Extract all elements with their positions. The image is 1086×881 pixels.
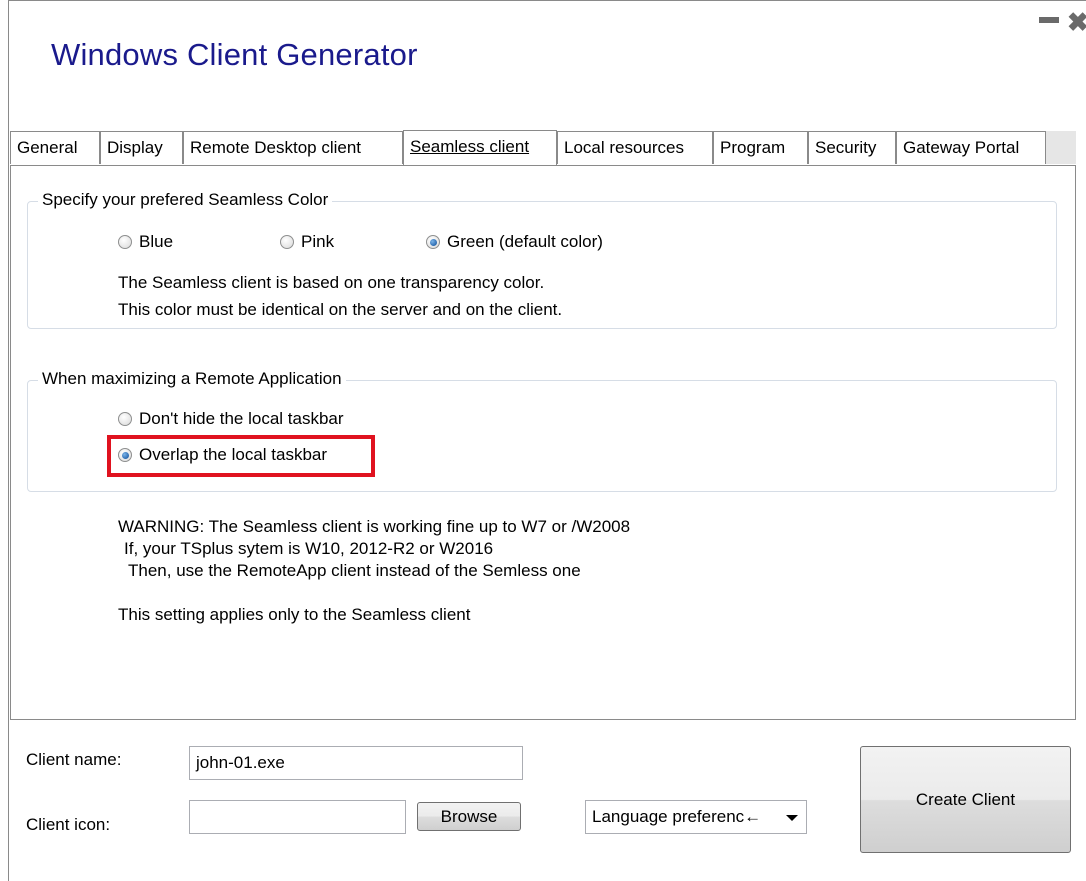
radio-dont-hide-taskbar[interactable]: Don't hide the local taskbar [118,409,344,429]
tab-label: Display [107,138,163,157]
radio-circle-icon [280,235,294,249]
tab-label: Security [815,138,877,157]
warning-line1: WARNING: The Seamless client is working … [118,517,631,536]
tab-local-resources[interactable]: Local resources [557,131,713,164]
radio-label: Pink [301,232,335,251]
tab-remote-desktop-client[interactable]: Remote Desktop client [183,131,403,164]
client-name-label: Client name: [26,750,122,769]
radio-green[interactable]: Green (default color) [426,232,603,252]
radio-circle-icon [118,412,132,426]
tab-gateway-portal[interactable]: Gateway Portal [896,131,1046,164]
tab-label: Seamless client [410,137,530,156]
tab-label: Local resources [564,138,685,157]
create-client-button[interactable]: Create Client [860,746,1071,853]
client-icon-label: Client icon: [26,815,111,834]
tab-label: Program [720,138,786,157]
radio-checked-icon [426,235,440,249]
tab-program[interactable]: Program [713,131,808,164]
radio-label: Blue [139,232,174,251]
tab-label: Remote Desktop client [190,138,362,157]
radio-label: Don't hide the local taskbar [139,409,344,428]
seamless-info-line1: The Seamless client is based on one tran… [118,273,545,292]
tab-display[interactable]: Display [100,131,183,164]
radio-circle-icon [118,235,132,249]
client-name-input[interactable]: john-01.exe [189,746,523,780]
window-title: Windows Client Generator [51,37,418,72]
tab-strip: General Display Remote Desktop client Se… [10,130,1076,166]
language-select[interactable]: Language preferenc← [585,800,807,834]
seamless-only-note: This setting applies only to the Seamles… [118,605,471,624]
radio-pink[interactable]: Pink [280,232,334,252]
seamless-tab-panel: Specify your prefered Seamless Color Blu… [10,165,1076,720]
tab-label: Gateway Portal [903,138,1020,157]
chevron-down-icon [786,815,798,821]
radio-label: Green (default color) [447,232,603,251]
tab-security[interactable]: Security [808,131,896,164]
seamless-info-line2: This color must be identical on the serv… [118,300,563,319]
tab-general[interactable]: General [10,131,100,164]
group-legend: Specify your prefered Seamless Color [38,190,333,210]
client-icon-input[interactable] [189,800,406,834]
close-icon[interactable]: ✖ [1067,7,1086,38]
language-select-value: Language preferenc← [592,807,762,826]
tab-strip-filler [1046,131,1076,164]
tab-seamless-client[interactable]: Seamless client [403,130,557,166]
warning-line2: If, your TSplus sytem is W10, 2012-R2 or… [124,539,494,558]
group-legend: When maximizing a Remote Application [38,369,346,389]
minimize-icon[interactable] [1039,17,1059,23]
highlight-box [107,435,375,477]
radio-blue[interactable]: Blue [118,232,173,252]
browse-button[interactable]: Browse [417,802,521,831]
warning-line3: Then, use the RemoteApp client instead o… [128,561,581,580]
tab-label: General [17,138,78,157]
